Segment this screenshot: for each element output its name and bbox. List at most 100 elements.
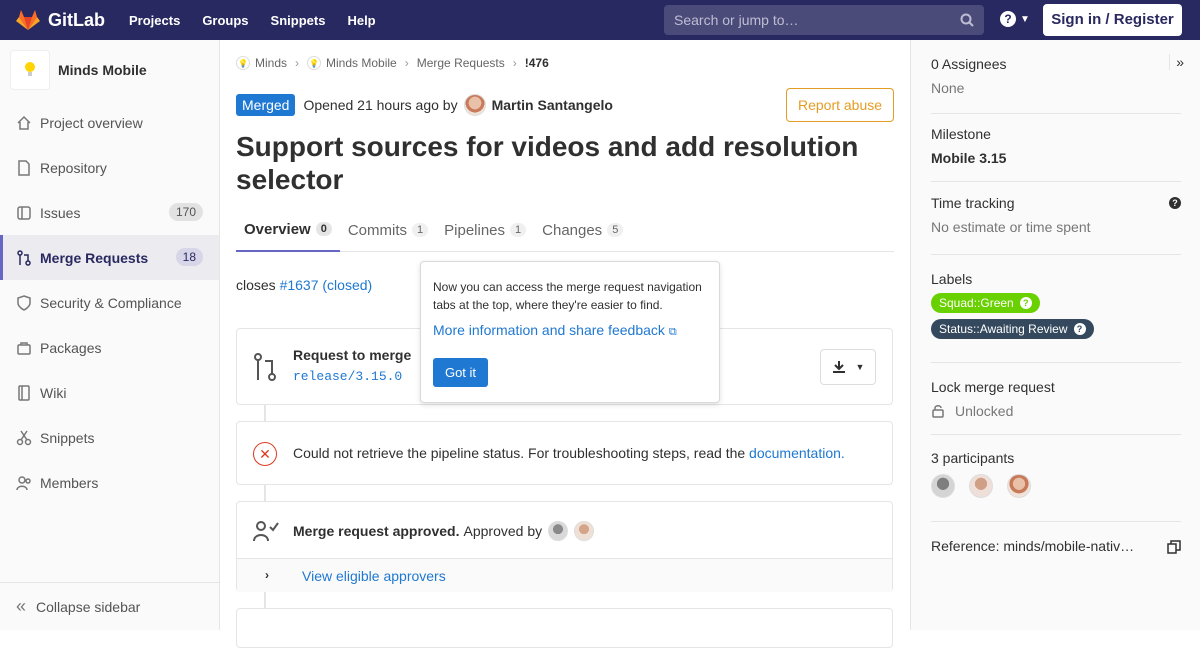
label-status-awaiting-review[interactable]: Status::Awaiting Review ?	[931, 319, 1094, 339]
participants-block: 3 participants	[931, 450, 1181, 522]
tab-pipelines[interactable]: Pipelines 1	[436, 208, 534, 252]
package-icon	[17, 341, 31, 355]
documentation-link[interactable]: documentation.	[749, 445, 845, 461]
approval-status: Merge request approved. Approved by	[293, 521, 595, 541]
download-icon	[832, 361, 845, 373]
feedback-link-label: More information and share feedback	[433, 322, 665, 338]
download-dropdown-button[interactable]: ▼	[820, 349, 876, 385]
breadcrumb-minds[interactable]: Minds	[255, 56, 287, 70]
milestone-title: Milestone	[931, 126, 991, 142]
collapse-sidebar-button[interactable]: « Collapse sidebar	[0, 582, 219, 630]
chevron-right-icon: ›	[295, 56, 300, 70]
pipeline-error-message: Could not retrieve the pipeline status. …	[293, 445, 845, 461]
mr-tabs: Overview 0 Commits 1 Pipelines 1 Changes…	[236, 208, 894, 252]
breadcrumb-minds-mobile[interactable]: Minds Mobile	[326, 56, 397, 70]
chevron-down-icon: ▼	[1020, 13, 1030, 25]
nav-snippets[interactable]: Snippets	[271, 13, 326, 28]
mr-status-row: Merged Opened 21 hours ago by Martin San…	[236, 94, 613, 116]
author-name[interactable]: Martin Santangelo	[492, 97, 613, 113]
chevron-right-icon: ›	[512, 56, 517, 70]
tab-label: Commits	[347, 221, 408, 239]
book-icon	[18, 384, 30, 401]
tab-overview[interactable]: Overview 0	[236, 208, 340, 252]
sidebar-item-packages[interactable]: Packages	[0, 325, 219, 370]
approver-avatar[interactable]	[574, 521, 595, 541]
tab-count: 0	[315, 222, 332, 236]
tab-label: Changes	[542, 221, 603, 239]
merge-request-icon	[17, 249, 31, 266]
nav-projects[interactable]: Projects	[129, 13, 180, 28]
question-icon: ?	[1073, 323, 1086, 335]
tab-changes[interactable]: Changes 5	[534, 208, 631, 252]
closes-prefix: closes	[236, 277, 276, 293]
nav-groups[interactable]: Groups	[202, 13, 248, 28]
lock-title: Lock merge request	[931, 379, 1055, 395]
collapse-label: Collapse sidebar	[36, 598, 141, 615]
label-squad-green[interactable]: Squad::Green ?	[931, 293, 1040, 313]
sidebar-item-wiki[interactable]: Wiki	[0, 370, 219, 415]
question-icon[interactable]: ?	[1169, 197, 1181, 209]
navigation-tabs-popover: Now you can access the merge request nav…	[420, 261, 720, 403]
home-icon	[17, 115, 31, 130]
got-it-button[interactable]: Got it	[433, 358, 488, 387]
lock-value: Unlocked	[955, 403, 1014, 419]
search-input[interactable]: Search or jump to…	[664, 5, 984, 35]
breadcrumb: 💡 Minds › 💡 Minds Mobile › Merge Request…	[236, 56, 549, 70]
mr-description: closes #1637 (closed)	[236, 277, 372, 293]
feedback-link[interactable]: More information and share feedback ⧉	[433, 322, 707, 339]
sidebar-item-label: Merge Requests	[40, 249, 149, 266]
copy-icon[interactable]	[1167, 540, 1181, 554]
issues-count-badge: 170	[168, 203, 203, 221]
sidebar-item-security[interactable]: Security & Compliance	[0, 280, 219, 325]
report-abuse-button[interactable]: Report abuse	[786, 88, 894, 122]
project-header[interactable]: Minds Mobile	[0, 40, 219, 100]
sidebar-item-snippets[interactable]: Snippets	[0, 415, 219, 460]
popover-text: Now you can access the merge request nav…	[433, 280, 702, 312]
chevron-right-icon: ›	[404, 56, 409, 70]
top-navbar: GitLab Projects Groups Snippets Help Sea…	[0, 0, 1200, 40]
approver-avatar[interactable]	[548, 521, 569, 541]
help-dropdown[interactable]: ? ▼	[1000, 11, 1030, 27]
sidebar-item-repository[interactable]: Repository	[0, 145, 219, 190]
shield-icon	[17, 294, 31, 311]
labels-title: Labels	[931, 271, 973, 287]
project-name: Minds Mobile	[58, 62, 147, 78]
gitlab-fox-icon	[16, 10, 40, 30]
milestone-value[interactable]: Mobile 3.15	[931, 150, 1181, 166]
source-branch[interactable]: release/3.15.0	[293, 369, 402, 384]
tab-label: Overview	[244, 220, 311, 238]
nav-help[interactable]: Help	[347, 13, 375, 28]
tab-commits[interactable]: Commits 1	[340, 208, 436, 252]
approved-by-text: Approved by	[463, 523, 543, 539]
caret-down-icon: ▼	[855, 362, 865, 372]
signin-button[interactable]: Sign in / Register	[1043, 4, 1182, 36]
breadcrumb-merge-requests[interactable]: Merge Requests	[417, 56, 505, 70]
sidebar-item-members[interactable]: Members	[0, 460, 219, 505]
time-tracking-block: Time tracking ? No estimate or time spen…	[931, 195, 1181, 255]
breadcrumb-mr-id[interactable]: !476	[525, 56, 549, 70]
gitlab-logo[interactable]: GitLab	[16, 9, 116, 31]
doc-icon	[18, 159, 30, 176]
users-icon	[16, 475, 31, 490]
approval-icon	[253, 521, 279, 542]
closes-issue-link[interactable]: #1637 (closed)	[280, 277, 373, 293]
right-sidebar: » 0 Assignees None Milestone Mobile 3.15…	[910, 40, 1200, 630]
participant-avatar[interactable]	[931, 474, 955, 498]
sidebar-item-merge-requests[interactable]: Merge Requests 18	[0, 235, 219, 280]
sidebar-item-issues[interactable]: Issues 170	[0, 190, 219, 235]
sidebar-item-label: Repository	[40, 159, 107, 176]
author-avatar[interactable]	[463, 94, 486, 116]
sidebar-item-label: Wiki	[40, 384, 67, 401]
next-widget	[236, 608, 893, 648]
error-icon: ✕	[253, 442, 277, 466]
lock-block: Lock merge request Unlocked	[931, 379, 1181, 435]
view-eligible-approvers-link[interactable]: View eligible approvers	[302, 568, 446, 584]
chevron-right-icon[interactable]: ›	[265, 568, 269, 582]
participant-avatar[interactable]	[968, 474, 993, 498]
participant-avatar[interactable]	[1006, 474, 1031, 498]
left-sidebar: Minds Mobile Project overview Repository…	[0, 40, 220, 630]
request-to-merge-text: Request to merge	[293, 347, 412, 363]
search-placeholder: Search or jump to…	[674, 12, 799, 28]
sidebar-item-project-overview[interactable]: Project overview	[0, 100, 219, 145]
time-tracking-title: Time tracking	[931, 195, 1015, 211]
